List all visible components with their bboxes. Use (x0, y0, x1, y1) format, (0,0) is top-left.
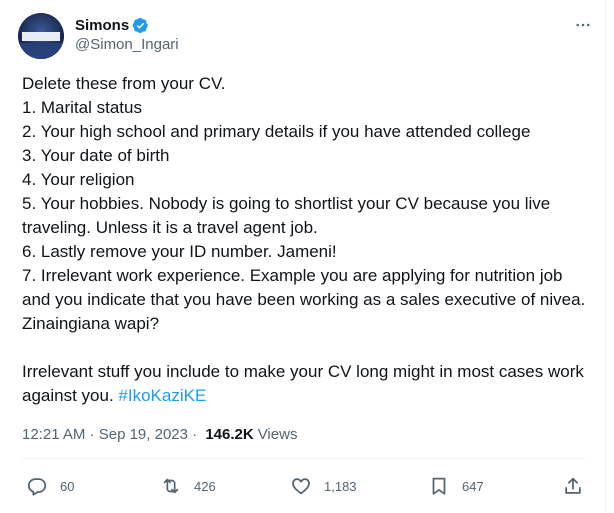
tweet-header: Simons @Simon_Ingari (18, 12, 598, 60)
action-bar: 60 426 1,183 647 (0, 470, 606, 502)
tweet-time[interactable]: 12:21 AM (22, 426, 85, 443)
verified-badge-icon (132, 17, 148, 33)
bookmark-icon (432, 477, 446, 495)
reply-count: 60 (60, 478, 75, 494)
bookmark-button[interactable]: 647 (428, 470, 484, 502)
tweet-line: 2. Your high school and primary details … (22, 122, 531, 141)
tweet-line: Delete these from your CV. (22, 74, 226, 93)
author-block: Simons @Simon_Ingari (75, 15, 179, 54)
tweet-line: 1. Marital status (22, 98, 142, 117)
avatar[interactable] (18, 13, 64, 59)
retweet-count: 426 (194, 478, 216, 494)
share-button[interactable] (562, 470, 584, 502)
tweet-line: 7. Irrelevant work experience. Example y… (22, 266, 595, 333)
author-display-name[interactable]: Simons (75, 17, 129, 34)
views-label: Views (257, 426, 298, 443)
meta-separator: · (187, 426, 202, 443)
like-button[interactable]: 1,183 (290, 470, 357, 502)
tweet-line: 5. Your hobbies. Nobody is going to shor… (22, 194, 555, 237)
retweet-icon (163, 478, 179, 494)
heart-icon (292, 478, 310, 495)
tweet-meta: 12:21 AM · Sep 19, 2023 · 146.2K Views (22, 426, 297, 443)
reply-button[interactable]: 60 (26, 470, 74, 502)
tweet-text: Delete these from your CV. 1. Marital st… (22, 72, 592, 408)
tweet-date[interactable]: Sep 19, 2023 (99, 426, 188, 443)
divider (22, 458, 585, 459)
hashtag-link[interactable]: #IkoKaziKE (118, 386, 206, 405)
retweet-button[interactable]: 426 (160, 470, 216, 502)
tweet-line: 4. Your religion (22, 170, 135, 189)
tweet-card: Simons @Simon_Ingari Delete these from y… (0, 0, 606, 513)
closing-text: Irrelevant stuff you include to make you… (22, 362, 589, 405)
reply-icon (27, 478, 47, 496)
author-handle[interactable]: @Simon_Ingari (75, 36, 179, 53)
like-count: 1,183 (324, 478, 357, 494)
views-count: 146.2K (205, 426, 254, 443)
meta-separator: · (85, 426, 99, 443)
bookmark-count: 647 (462, 478, 484, 494)
tweet-line: 6. Lastly remove your ID number. Jameni! (22, 242, 337, 261)
tweet-line: 3. Your date of birth (22, 146, 170, 165)
share-icon (565, 477, 581, 494)
more-options-icon[interactable] (572, 14, 594, 36)
tweet-closing: Irrelevant stuff you include to make you… (22, 360, 592, 408)
